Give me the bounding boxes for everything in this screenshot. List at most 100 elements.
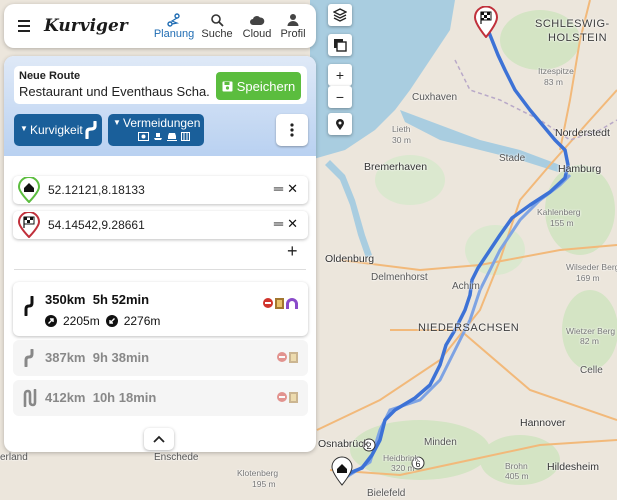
waypoint-destination[interactable]: 54.14542,9.28661 ═✕ — [13, 211, 308, 239]
overlay-button[interactable] — [328, 34, 352, 56]
locate-button[interactable] — [328, 113, 352, 135]
curviness-dropdown[interactable]: ▼ Kurvigkeit — [14, 114, 102, 146]
map-label: 320 m — [391, 463, 415, 473]
route-duration: 9h 38min — [92, 350, 150, 365]
map-label: HOLSTEIN — [548, 32, 608, 44]
map-label: 169 m — [576, 273, 600, 283]
nav-tab-label: Cloud — [242, 28, 272, 40]
route-header: Neue Route Restaurant und Eventhaus Scha… — [4, 56, 316, 156]
destination-marker-icon[interactable] — [474, 6, 498, 38]
unpaved-road-icon — [289, 392, 298, 403]
no-entry-icon — [277, 352, 287, 362]
curvy-road-icon — [85, 121, 97, 139]
descent-value: 2276m — [123, 314, 161, 328]
map-label: 155 m — [550, 218, 574, 228]
map-label: Wilseder Berg — [566, 262, 617, 272]
home-pin-icon — [18, 177, 40, 203]
route-distance: 350km — [45, 292, 86, 307]
location-pin-icon — [336, 118, 344, 130]
drag-handle-icon[interactable]: ═ — [274, 216, 287, 231]
map-label: 195 m — [252, 479, 276, 489]
waypoint-value: 54.14542,9.28661 — [48, 218, 145, 232]
remove-waypoint-icon[interactable]: ✕ — [287, 181, 302, 196]
map-label: 30 m — [392, 135, 411, 145]
map-label: Norderstedt — [555, 127, 610, 139]
map-label: Delmenhorst — [371, 272, 428, 283]
curvy-road-icon — [24, 296, 34, 316]
map-label: Kahlenberg — [537, 207, 581, 217]
unpaved-road-icon — [275, 298, 284, 309]
layers-icon — [333, 8, 347, 22]
avoidances-dropdown[interactable]: ▼ Vermeidungen — [108, 114, 204, 146]
nav-tab-profil[interactable]: Profil — [278, 11, 308, 40]
route-option-2[interactable]: 387km 9h 38min — [13, 340, 308, 376]
curviness-label: Kurvigkeit — [30, 123, 83, 137]
remove-waypoint-icon[interactable]: ✕ — [287, 216, 302, 231]
map-label: Bielefeld — [367, 488, 406, 499]
floppy-disk-icon — [222, 81, 233, 91]
user-icon — [287, 13, 299, 26]
app-logo: Kurviger — [44, 16, 128, 36]
top-navigation-bar: Kurviger Planung Suche Cloud Profil — [4, 4, 316, 48]
zoom-in-button[interactable]: + — [328, 64, 352, 86]
route-duration: 10h 18min — [92, 390, 157, 405]
descent-icon — [105, 315, 118, 327]
drag-handle-icon[interactable]: ═ — [274, 181, 287, 196]
avoidances-label: Vermeidungen — [123, 116, 201, 130]
overlay-icon — [334, 39, 347, 52]
map-label: Klotenberg — [237, 468, 279, 478]
map-label: Celle — [580, 365, 603, 376]
unpaved-road-icon — [181, 132, 190, 141]
tunnel-icon — [286, 298, 298, 309]
route-distance: 387km — [45, 350, 86, 365]
route-distance: 412km — [45, 390, 86, 405]
planning-panel: Neue Route Restaurant und Eventhaus Scha… — [4, 56, 316, 452]
save-button[interactable]: Speichern — [216, 72, 301, 100]
map-label: Hildesheim — [547, 461, 599, 473]
map-label: Heidbrink — [383, 453, 419, 463]
route-summary: 387km 9h 38min — [45, 350, 149, 365]
map-label: Bremerhaven — [364, 161, 428, 173]
menu-icon[interactable] — [18, 17, 32, 35]
map-label: SCHLESWIG- — [535, 18, 610, 30]
route-warnings — [263, 298, 298, 309]
waypoint-start[interactable]: 52.12121,8.18133 ═✕ — [13, 176, 308, 204]
collapse-panel-button[interactable] — [144, 428, 174, 450]
nav-tab-suche[interactable]: Suche — [200, 11, 234, 40]
waypoint-controls[interactable]: ═✕ — [274, 216, 302, 232]
nav-tab-planung[interactable]: Planung — [151, 11, 197, 40]
search-icon — [211, 13, 224, 27]
layers-button[interactable] — [328, 4, 352, 26]
route-icon — [167, 12, 180, 27]
route-name-label: Neue Route — [19, 70, 81, 82]
route-name-value: Restaurant und Eventhaus Scha... — [19, 84, 209, 99]
route-option-1[interactable]: 350km 5h 52min 2205m 2276m — [13, 282, 308, 336]
start-marker-icon[interactable] — [331, 456, 353, 486]
nav-tab-cloud[interactable]: Cloud — [240, 11, 274, 40]
add-waypoint-button[interactable]: + — [287, 241, 298, 262]
waypoint-controls[interactable]: ═✕ — [274, 181, 302, 197]
cloud-icon — [250, 15, 265, 25]
route-warnings — [277, 392, 298, 403]
avoidance-icons — [138, 132, 190, 141]
map-label: Osnabrück — [318, 438, 369, 450]
map-label: 82 m — [580, 336, 599, 346]
no-entry-icon — [263, 298, 273, 308]
route-option-3[interactable]: 412km 10h 18min — [13, 380, 308, 416]
caret-down-icon: ▼ — [113, 118, 121, 127]
route-duration: 5h 52min — [92, 292, 150, 307]
more-options-button[interactable] — [276, 114, 308, 146]
zoom-out-button[interactable]: − — [328, 86, 352, 108]
map-label: Minden — [424, 437, 457, 448]
map-label: Hamburg — [558, 163, 602, 175]
very-curvy-road-icon — [23, 389, 37, 407]
map-label: erland — [0, 452, 28, 463]
map-label: Stade — [499, 153, 526, 164]
map-label: Hannover — [520, 417, 566, 429]
map-label: 83 m — [544, 77, 563, 87]
ferry-icon — [154, 133, 162, 140]
caret-down-icon: ▼ — [20, 124, 28, 133]
more-vertical-icon — [290, 123, 294, 137]
car-train-icon — [167, 133, 177, 141]
toll-icon — [138, 132, 149, 141]
